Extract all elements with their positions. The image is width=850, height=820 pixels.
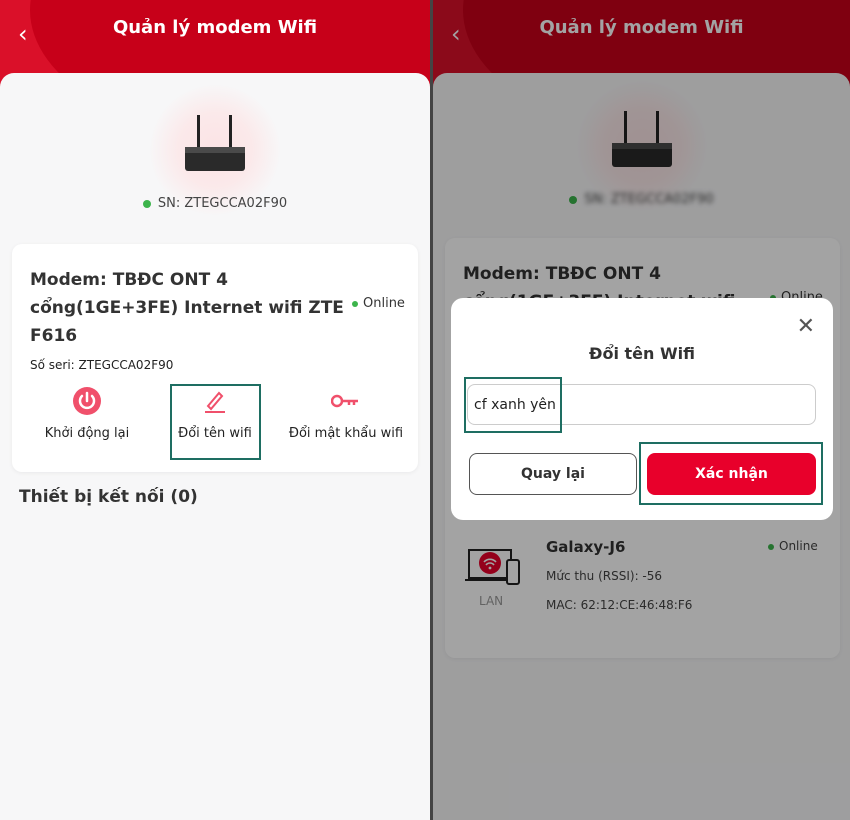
serial-number: Số seri: ZTEGCCA02F90 — [30, 358, 174, 372]
restart-label: Khởi động lại — [44, 426, 130, 441]
back-button[interactable]: Quay lại — [469, 453, 637, 495]
restart-button[interactable]: Khởi động lại — [32, 384, 142, 441]
highlight-confirm — [639, 442, 823, 505]
modem-name: Modem: TBĐC ONT 4 cổng(1GE+3FE) Internet… — [30, 270, 344, 346]
dialog-title: Đổi tên Wifi — [589, 344, 695, 363]
page-title: Quản lý modem Wifi — [112, 17, 318, 38]
status-badge: Online — [352, 296, 405, 311]
screen-rename-dialog: ‹ Quản lý modem Wifi SN: ZTEGCCA02F90 Mo… — [433, 0, 850, 820]
sn-line: SN: ZTEGCCA02F90 — [0, 196, 430, 211]
screen-modem-management: ‹ Quản lý modem Wifi SN: ZTEGCCA02F90 Mo… — [0, 0, 430, 820]
sn-text: SN: ZTEGCCA02F90 — [157, 196, 288, 211]
connected-devices-title: Thiết bị kết nối (0) — [19, 487, 198, 507]
power-icon — [73, 387, 101, 415]
change-password-label: Đổi mật khẩu wifi — [288, 426, 404, 441]
highlight-rename — [170, 384, 261, 460]
close-icon[interactable]: ✕ — [797, 316, 815, 338]
online-dot — [142, 199, 151, 208]
router-icon — [185, 115, 245, 171]
key-icon — [331, 394, 358, 408]
highlight-input — [464, 377, 562, 433]
change-password-button[interactable]: Đổi mật khẩu wifi — [284, 384, 408, 441]
